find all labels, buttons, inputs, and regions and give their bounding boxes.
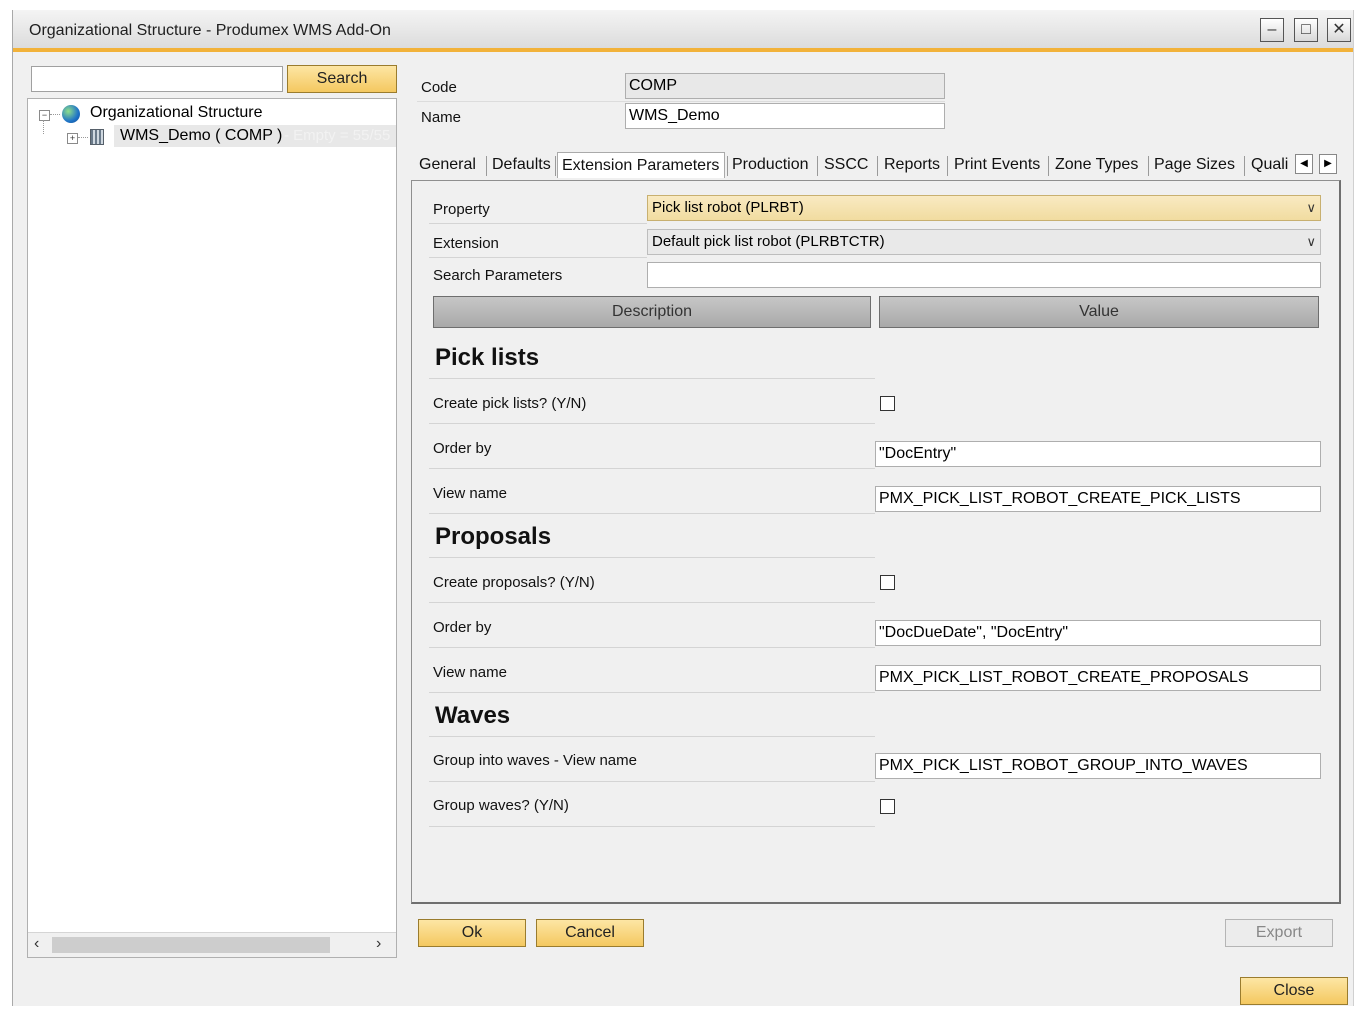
row-divider: [429, 468, 875, 469]
tree-child-label[interactable]: WMS_Demo ( COMP ): [120, 127, 282, 145]
minimize-icon[interactable]: ‒: [1260, 18, 1284, 42]
tab-separator: [486, 156, 487, 176]
tab-separator: [1244, 156, 1245, 176]
tab-strip: General Defaults Extension Parameters Pr…: [415, 152, 1345, 180]
extension-value: Default pick list robot (PLRBTCTR): [652, 233, 885, 250]
search-parameters-input[interactable]: [647, 262, 1321, 288]
row-divider: [429, 736, 875, 737]
tree-horizontal-scrollbar[interactable]: ‹ ›: [28, 932, 396, 957]
property-label: Property: [433, 201, 490, 218]
row-divider: [429, 557, 875, 558]
tab-separator: [1148, 156, 1149, 176]
tab-zone-types[interactable]: Zone Types: [1055, 152, 1138, 178]
tab-separator: [1048, 156, 1049, 176]
create-proposals-checkbox[interactable]: [880, 575, 895, 590]
group-into-waves-view-name-label: Group into waves - View name: [433, 752, 637, 769]
window: Organizational Structure - Produmex WMS …: [12, 10, 1354, 1006]
export-button[interactable]: Export: [1225, 919, 1333, 947]
tab-separator: [877, 156, 878, 176]
row-divider: [429, 781, 875, 782]
collapse-icon[interactable]: −: [39, 110, 50, 121]
divider: [429, 223, 647, 224]
tab-separator: [727, 156, 728, 176]
extension-label: Extension: [433, 235, 499, 252]
tab-quality[interactable]: Quali: [1251, 152, 1293, 178]
proposals-order-by-field[interactable]: "DocDueDate", "DocEntry": [875, 620, 1321, 646]
code-field: COMP: [625, 73, 945, 99]
extension-dropdown[interactable]: Default pick list robot (PLRBTCTR) ∨: [647, 229, 1321, 255]
tab-reports[interactable]: Reports: [884, 152, 940, 178]
section-title-waves: Waves: [435, 702, 511, 729]
cancel-button[interactable]: Cancel: [536, 919, 644, 947]
row-divider: [429, 378, 875, 379]
column-header-description[interactable]: Description: [433, 296, 871, 328]
chevron-down-icon: ∨: [1306, 200, 1316, 215]
tab-scroll-right-icon[interactable]: ▶: [1319, 154, 1337, 174]
proposals-order-by-label: Order by: [433, 619, 492, 636]
tree-connector: [43, 120, 44, 134]
section-title-pick-lists: Pick lists: [435, 344, 540, 371]
tab-separator: [555, 156, 556, 176]
tab-separator: [817, 156, 818, 176]
tree-child-hint: - Empty = 55/55: [284, 127, 391, 144]
tab-production[interactable]: Production: [732, 152, 809, 178]
divider: [429, 257, 647, 258]
tree-connector: [78, 137, 88, 138]
row-divider: [429, 602, 875, 603]
pick-lists-order-by-field[interactable]: "DocEntry": [875, 441, 1321, 467]
divider: [417, 101, 945, 102]
building-icon: [90, 129, 104, 145]
close-icon[interactable]: ✕: [1327, 18, 1351, 42]
group-into-waves-view-name-field[interactable]: PMX_PICK_LIST_ROBOT_GROUP_INTO_WAVES: [875, 753, 1321, 779]
close-button[interactable]: Close: [1240, 977, 1348, 1005]
tab-sscc[interactable]: SSCC: [824, 152, 868, 178]
pick-lists-order-by-label: Order by: [433, 440, 492, 457]
tab-print-events[interactable]: Print Events: [954, 152, 1040, 178]
group-waves-checkbox[interactable]: [880, 799, 895, 814]
title-bar: Organizational Structure - Produmex WMS …: [13, 10, 1353, 52]
tab-scroll-left-icon[interactable]: ◀: [1295, 154, 1313, 174]
proposals-view-name-label: View name: [433, 664, 507, 681]
tab-general[interactable]: General: [419, 152, 476, 178]
pick-lists-view-name-field[interactable]: PMX_PICK_LIST_ROBOT_CREATE_PICK_LISTS: [875, 486, 1321, 512]
row-divider: [429, 826, 875, 827]
scroll-left-icon[interactable]: ‹: [34, 935, 39, 953]
search-parameters-label: Search Parameters: [433, 267, 563, 284]
window-title: Organizational Structure - Produmex WMS …: [29, 22, 391, 39]
org-tree: − Organizational Structure + WMS_Demo ( …: [27, 98, 397, 958]
search-button[interactable]: Search: [287, 65, 397, 93]
tree-connector: [50, 114, 60, 115]
create-pick-lists-checkbox[interactable]: [880, 396, 895, 411]
group-waves-label: Group waves? (Y/N): [433, 797, 569, 814]
tab-extension-parameters[interactable]: Extension Parameters: [557, 152, 725, 178]
row-divider: [429, 647, 875, 648]
name-label: Name: [421, 109, 462, 126]
scroll-right-icon[interactable]: ›: [376, 935, 381, 953]
expand-icon[interactable]: +: [67, 133, 78, 144]
code-label: Code: [421, 79, 457, 96]
proposals-view-name-field[interactable]: PMX_PICK_LIST_ROBOT_CREATE_PROPOSALS: [875, 665, 1321, 691]
maximize-icon[interactable]: □: [1294, 18, 1318, 42]
create-proposals-label: Create proposals? (Y/N): [433, 574, 595, 591]
row-divider: [429, 692, 875, 693]
tree-search-input[interactable]: [31, 66, 283, 92]
property-dropdown[interactable]: Pick list robot (PLRBT) ∨: [647, 195, 1321, 221]
globe-icon: [62, 105, 80, 123]
tab-separator: [947, 156, 948, 176]
chevron-down-icon: ∨: [1306, 234, 1316, 249]
create-pick-lists-label: Create pick lists? (Y/N): [433, 395, 587, 412]
tree-root-label[interactable]: Organizational Structure: [90, 104, 263, 122]
tab-defaults[interactable]: Defaults: [492, 152, 551, 178]
section-title-proposals: Proposals: [435, 523, 552, 550]
column-header-value[interactable]: Value: [879, 296, 1319, 328]
row-divider: [429, 423, 875, 424]
property-value: Pick list robot (PLRBT): [652, 199, 804, 216]
scrollbar-thumb[interactable]: [52, 937, 330, 953]
ok-button[interactable]: Ok: [418, 919, 526, 947]
pick-lists-view-name-label: View name: [433, 485, 507, 502]
tab-page-sizes[interactable]: Page Sizes: [1154, 152, 1235, 178]
row-divider: [429, 513, 875, 514]
name-field[interactable]: WMS_Demo: [625, 103, 945, 129]
